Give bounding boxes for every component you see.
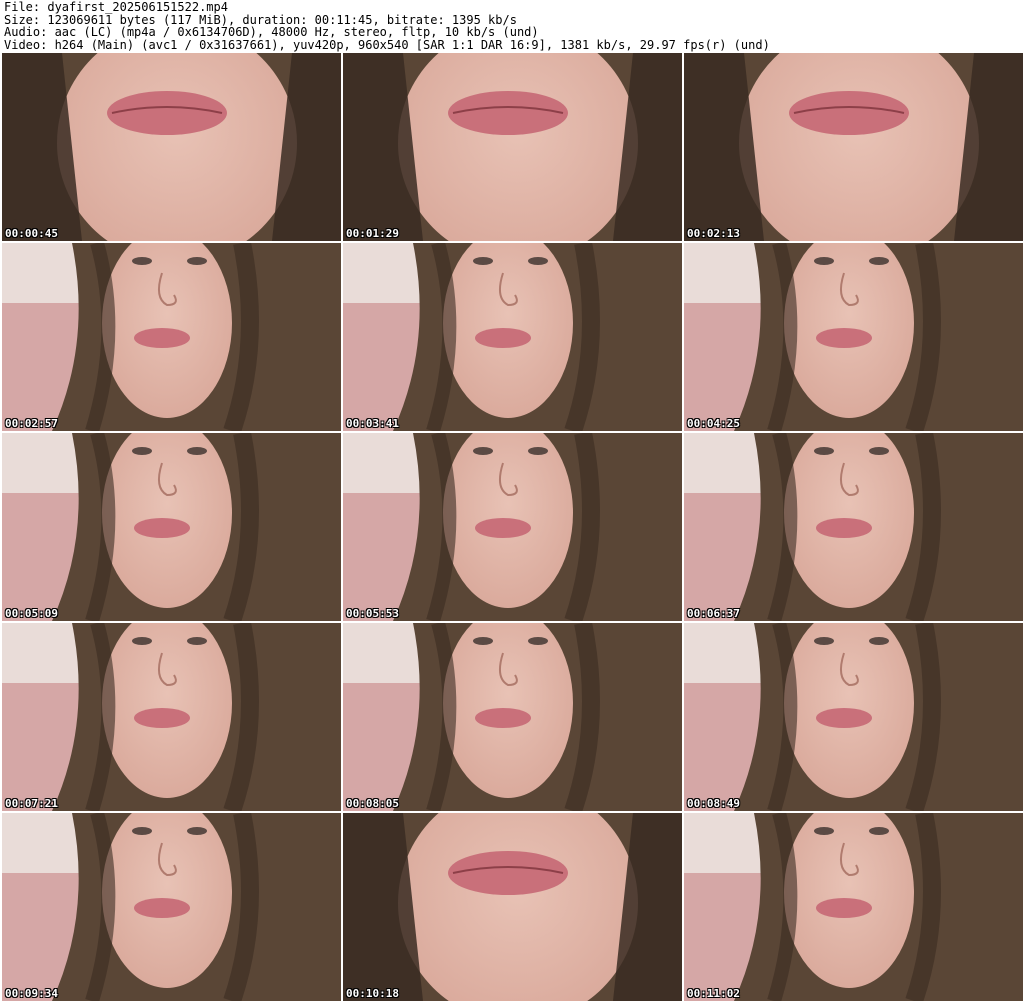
frame-timestamp: 00:05:09 bbox=[5, 607, 58, 620]
frame-timestamp: 00:07:21 bbox=[5, 797, 58, 810]
video-frame-thumbnail: 00:08:05 bbox=[343, 623, 682, 811]
frame-timestamp: 00:11:02 bbox=[687, 987, 740, 1000]
frame-image bbox=[684, 813, 1023, 1001]
frame-image bbox=[343, 53, 682, 241]
audio-info-line: Audio: aac (LC) (mp4a / 0x6134706D), 480… bbox=[4, 25, 539, 39]
frame-timestamp: 00:10:18 bbox=[346, 987, 399, 1000]
frame-image bbox=[2, 53, 341, 241]
video-frame-thumbnail: 00:05:53 bbox=[343, 433, 682, 621]
file-info-header: File: dyafirst_202506151522.mp4 Size: 12… bbox=[4, 1, 1020, 51]
frame-timestamp: 00:09:34 bbox=[5, 987, 58, 1000]
frame-timestamp: 00:06:37 bbox=[687, 607, 740, 620]
video-frame-thumbnail: 00:04:25 bbox=[684, 243, 1023, 431]
video-frame-thumbnail: 00:09:34 bbox=[2, 813, 341, 1001]
frame-image bbox=[343, 433, 682, 621]
frame-timestamp: 00:08:05 bbox=[346, 797, 399, 810]
video-frame-thumbnail: 00:08:49 bbox=[684, 623, 1023, 811]
frame-timestamp: 00:04:25 bbox=[687, 417, 740, 430]
video-frame-thumbnail: 00:11:02 bbox=[684, 813, 1023, 1001]
video-info-line: Video: h264 (Main) (avc1 / 0x31637661), … bbox=[4, 37, 770, 52]
frame-timestamp: 00:02:57 bbox=[5, 417, 58, 430]
frame-timestamp: 00:00:45 bbox=[5, 227, 58, 240]
thumbnail-grid: 00:00:45 00:01:29 00:02:13 00:02:57 00:03:41… bbox=[2, 53, 1023, 1001]
video-frame-thumbnail: 00:02:13 bbox=[684, 53, 1023, 241]
frame-image bbox=[2, 813, 341, 1001]
frame-image bbox=[343, 623, 682, 811]
frame-image bbox=[2, 433, 341, 621]
video-frame-thumbnail: 00:01:29 bbox=[343, 53, 682, 241]
frame-image bbox=[684, 243, 1023, 431]
frame-image bbox=[343, 813, 682, 1001]
frame-image bbox=[343, 243, 682, 431]
frame-timestamp: 00:08:49 bbox=[687, 797, 740, 810]
frame-image bbox=[684, 433, 1023, 621]
file-name-line: File: dyafirst_202506151522.mp4 bbox=[4, 0, 228, 14]
frame-image bbox=[2, 623, 341, 811]
frame-image bbox=[2, 243, 341, 431]
frame-timestamp: 00:03:41 bbox=[346, 417, 399, 430]
frame-timestamp: 00:01:29 bbox=[346, 227, 399, 240]
frame-image bbox=[684, 623, 1023, 811]
video-frame-thumbnail: 00:10:18 bbox=[343, 813, 682, 1001]
contact-sheet: File: dyafirst_202506151522.mp4 Size: 12… bbox=[0, 0, 1024, 1003]
video-frame-thumbnail: 00:02:57 bbox=[2, 243, 341, 431]
video-frame-thumbnail: 00:06:37 bbox=[684, 433, 1023, 621]
video-frame-thumbnail: 00:05:09 bbox=[2, 433, 341, 621]
frame-timestamp: 00:05:53 bbox=[346, 607, 399, 620]
frame-image bbox=[684, 53, 1023, 241]
video-frame-thumbnail: 00:00:45 bbox=[2, 53, 341, 241]
frame-timestamp: 00:02:13 bbox=[687, 227, 740, 240]
video-frame-thumbnail: 00:03:41 bbox=[343, 243, 682, 431]
video-frame-thumbnail: 00:07:21 bbox=[2, 623, 341, 811]
